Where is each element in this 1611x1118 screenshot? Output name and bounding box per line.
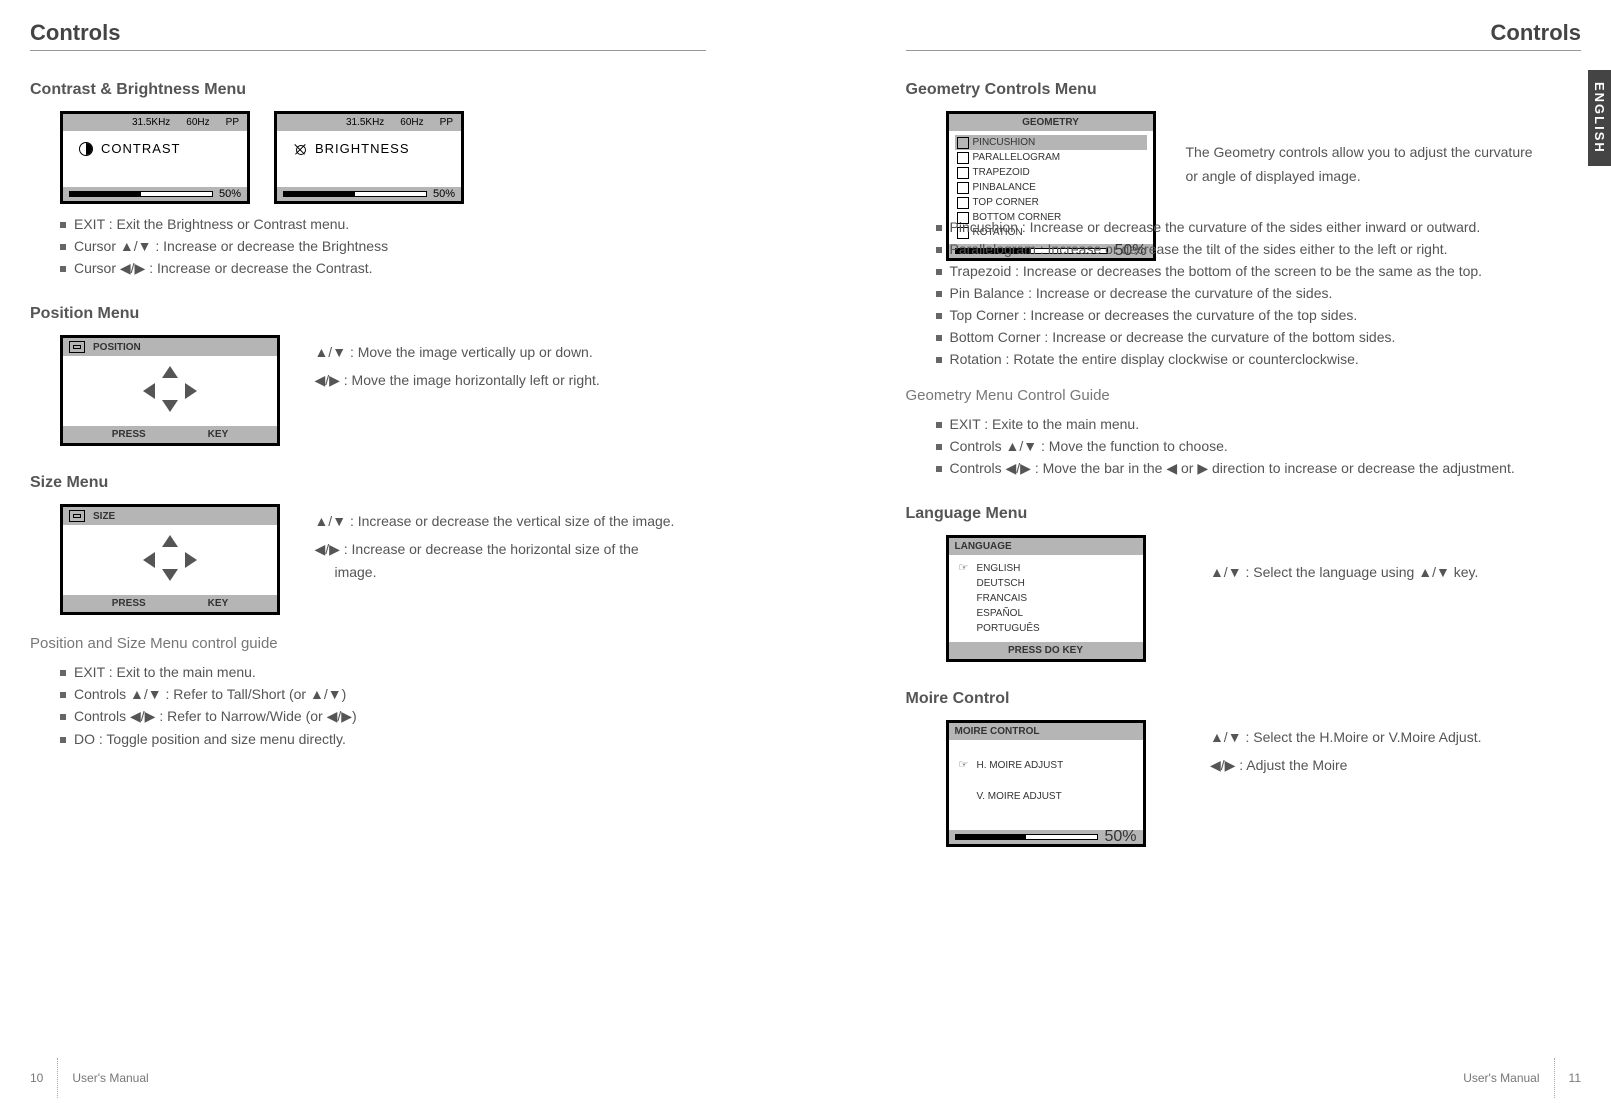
footer-right: User's Manual 11	[1463, 1058, 1581, 1098]
osd-mode: PP	[226, 117, 239, 128]
bullet: Trapezoid : Increase or decreases the bo…	[936, 263, 1582, 279]
bullet: Controls ◀/▶ : Move the bar in the ◀ or …	[936, 460, 1582, 477]
language-item: ESPAÑOL	[957, 606, 1135, 621]
section-position: Position Menu	[30, 305, 706, 323]
page-number: 11	[1569, 1071, 1581, 1085]
page-title: Controls	[30, 20, 120, 50]
language-item: FRANCAIS	[957, 591, 1135, 606]
section-moire: Moire Control	[906, 690, 1582, 708]
geometry-intro: The Geometry controls allow you to adjus…	[1186, 141, 1546, 189]
progress-track	[69, 191, 213, 197]
desc-line: ◀/▶ : Increase or decrease the horizonta…	[314, 538, 674, 583]
desc-line: ▲/▼ : Select the language using ▲/▼ key.	[1210, 561, 1478, 583]
section-possize-guide: Position and Size Menu control guide	[30, 635, 706, 652]
geometry-item: TOP CORNER	[955, 195, 1147, 210]
osd-language-title: LANGUAGE	[949, 538, 1143, 555]
manual-label: User's Manual	[72, 1071, 148, 1085]
bullet: Cursor ◀/▶ : Increase or decrease the Co…	[60, 260, 706, 277]
progress-value: 50%	[1104, 828, 1136, 846]
contrast-label: CONTRAST	[101, 141, 181, 156]
geometry-item: PINCUSHION	[955, 135, 1147, 150]
moire-item: V. MOIRE ADJUST	[957, 787, 1135, 806]
osd-language-foot: PRESS DO KEY	[949, 642, 1143, 659]
press-label: PRESS	[112, 598, 146, 609]
bullet: Bottom Corner : Increase or decrease the…	[936, 329, 1582, 345]
osd-mode: PP	[440, 117, 453, 128]
osd-moire: MOIRE CONTROL H. MOIRE ADJUST V. MOIRE A…	[946, 720, 1146, 847]
bullet: Pin Balance : Increase or decrease the c…	[936, 285, 1582, 301]
progress-value: 50%	[433, 188, 455, 200]
page-header-right: Controls	[906, 20, 1582, 51]
osd-position: POSITION PRESS KEY	[60, 335, 280, 446]
geometry-item: TRAPEZOID	[955, 165, 1147, 180]
progress-value: 50%	[219, 188, 241, 200]
geometry-item: PINBALANCE	[955, 180, 1147, 195]
osd-freq: 31.5KHz	[346, 117, 384, 128]
section-language: Language Menu	[906, 505, 1582, 523]
osd-geometry: GEOMETRY PINCUSHION PARALLELOGRAM TRAPEZ…	[946, 111, 1156, 261]
key-label: KEY	[208, 429, 229, 440]
osd-brightness: 31.5KHz 60Hz PP BRIGHTNESS 50%	[274, 111, 464, 204]
size-icon	[69, 510, 85, 522]
brightness-label: BRIGHTNESS	[315, 141, 410, 156]
bullet: Rotation : Rotate the entire display clo…	[936, 351, 1582, 367]
osd-moire-title: MOIRE CONTROL	[949, 723, 1143, 740]
osd-size-title: SIZE	[93, 511, 115, 522]
progress-track	[283, 191, 427, 197]
dpad-icon	[143, 534, 197, 586]
osd-geometry-title: GEOMETRY	[949, 114, 1153, 131]
desc-line: ▲/▼ : Move the image vertically up or do…	[314, 341, 599, 363]
osd-refresh: 60Hz	[400, 117, 423, 128]
footer-left: 10 User's Manual	[30, 1058, 149, 1098]
osd-freq: 31.5KHz	[132, 117, 170, 128]
section-contrast-brightness: Contrast & Brightness Menu	[30, 81, 706, 99]
osd-size: SIZE PRESS KEY	[60, 504, 280, 615]
language-item: PORTUGUÊS	[957, 621, 1135, 636]
page-title: Controls	[1491, 20, 1581, 50]
desc-line: ▲/▼ : Select the H.Moire or V.Moire Adju…	[1210, 726, 1482, 748]
bullet: Top Corner : Increase or decreases the c…	[936, 307, 1582, 323]
bullet: Parallelogram : Increase or decrease the…	[936, 241, 1582, 257]
osd-refresh: 60Hz	[186, 117, 209, 128]
key-label: KEY	[208, 598, 229, 609]
section-geometry-guide: Geometry Menu Control Guide	[906, 387, 1582, 404]
bullet: EXIT : Exit to the main menu.	[60, 664, 706, 680]
brightness-icon	[293, 142, 307, 156]
section-geometry: Geometry Controls Menu	[906, 81, 1582, 99]
desc-line: ◀/▶ : Adjust the Moire	[1210, 754, 1482, 776]
position-icon	[69, 341, 85, 353]
geometry-item: PARALLELOGRAM	[955, 150, 1147, 165]
desc-line: ▲/▼ : Increase or decrease the vertical …	[314, 510, 674, 532]
bullet: Controls ◀/▶ : Refer to Narrow/Wide (or …	[60, 708, 706, 725]
press-label: PRESS	[112, 429, 146, 440]
osd-language: LANGUAGE ENGLISH DEUTSCH FRANCAIS ESPAÑO…	[946, 535, 1146, 662]
bullet: DO : Toggle position and size menu direc…	[60, 731, 706, 747]
bullet: Pincushion : Increase or decrease the cu…	[936, 219, 1582, 235]
language-item: ENGLISH	[957, 561, 1135, 576]
language-item: DEUTSCH	[957, 576, 1135, 591]
osd-contrast: 31.5KHz 60Hz PP CONTRAST 50%	[60, 111, 250, 204]
moire-item: H. MOIRE ADJUST	[957, 756, 1135, 775]
contrast-icon	[79, 142, 93, 156]
progress-track	[955, 834, 1099, 840]
osd-position-title: POSITION	[93, 342, 141, 353]
bullet: EXIT : Exite to the main menu.	[936, 416, 1582, 432]
desc-line: ◀/▶ : Move the image horizontally left o…	[314, 369, 599, 391]
page-header-left: Controls	[30, 20, 706, 51]
language-tab: ENGLISH	[1588, 70, 1611, 166]
bullet: Controls ▲/▼ : Move the function to choo…	[936, 438, 1582, 454]
bullet: EXIT : Exit the Brightness or Contrast m…	[60, 216, 706, 232]
bullet: Cursor ▲/▼ : Increase or decrease the Br…	[60, 238, 706, 254]
section-size: Size Menu	[30, 474, 706, 492]
bullet: Controls ▲/▼ : Refer to Tall/Short (or ▲…	[60, 686, 706, 702]
dpad-icon	[143, 365, 197, 417]
manual-label: User's Manual	[1463, 1071, 1539, 1085]
page-number: 10	[30, 1071, 43, 1085]
